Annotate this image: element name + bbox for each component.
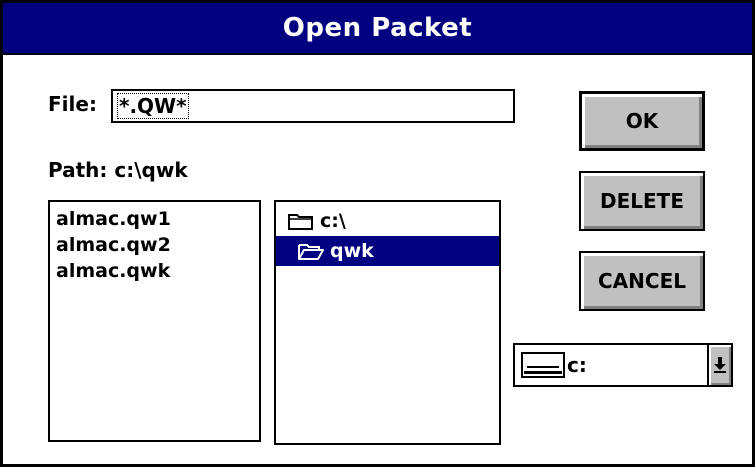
file-list-item[interactable]: almac.qw1 bbox=[56, 206, 259, 232]
delete-button[interactable]: DELETE bbox=[579, 171, 705, 231]
directory-item-root[interactable]: c:\ bbox=[276, 206, 499, 236]
file-list-item[interactable]: almac.qw2 bbox=[56, 232, 259, 258]
ok-button[interactable]: OK bbox=[579, 91, 705, 151]
cancel-button[interactable]: CANCEL bbox=[579, 251, 705, 311]
file-name-value: *.QW* bbox=[117, 93, 189, 119]
drive-icon bbox=[521, 352, 565, 378]
file-label: File: bbox=[48, 92, 97, 116]
path-label: Path: c:\qwk bbox=[48, 158, 188, 182]
file-list-item[interactable]: almac.qwk bbox=[56, 258, 259, 284]
dialog-title: Open Packet bbox=[282, 13, 473, 43]
drive-select[interactable]: c: bbox=[513, 343, 733, 387]
drive-value: c: bbox=[567, 353, 587, 377]
directory-item-label: c:\ bbox=[320, 210, 346, 232]
file-list[interactable]: almac.qw1 almac.qw2 almac.qwk bbox=[48, 200, 261, 442]
folder-closed-icon bbox=[288, 214, 313, 230]
dropdown-arrow-button[interactable] bbox=[707, 345, 731, 385]
directory-list[interactable]: c:\ qwk bbox=[274, 200, 501, 445]
directory-item-label: qwk bbox=[330, 240, 374, 262]
file-name-input[interactable]: *.QW* bbox=[111, 89, 515, 123]
open-packet-dialog: Open Packet File: *.QW* Path: c:\qwk alm… bbox=[0, 0, 755, 467]
arrow-down-icon bbox=[714, 357, 726, 373]
directory-item-qwk[interactable]: qwk bbox=[276, 236, 499, 266]
title-bar: Open Packet bbox=[3, 3, 752, 55]
folder-open-icon bbox=[298, 244, 324, 260]
